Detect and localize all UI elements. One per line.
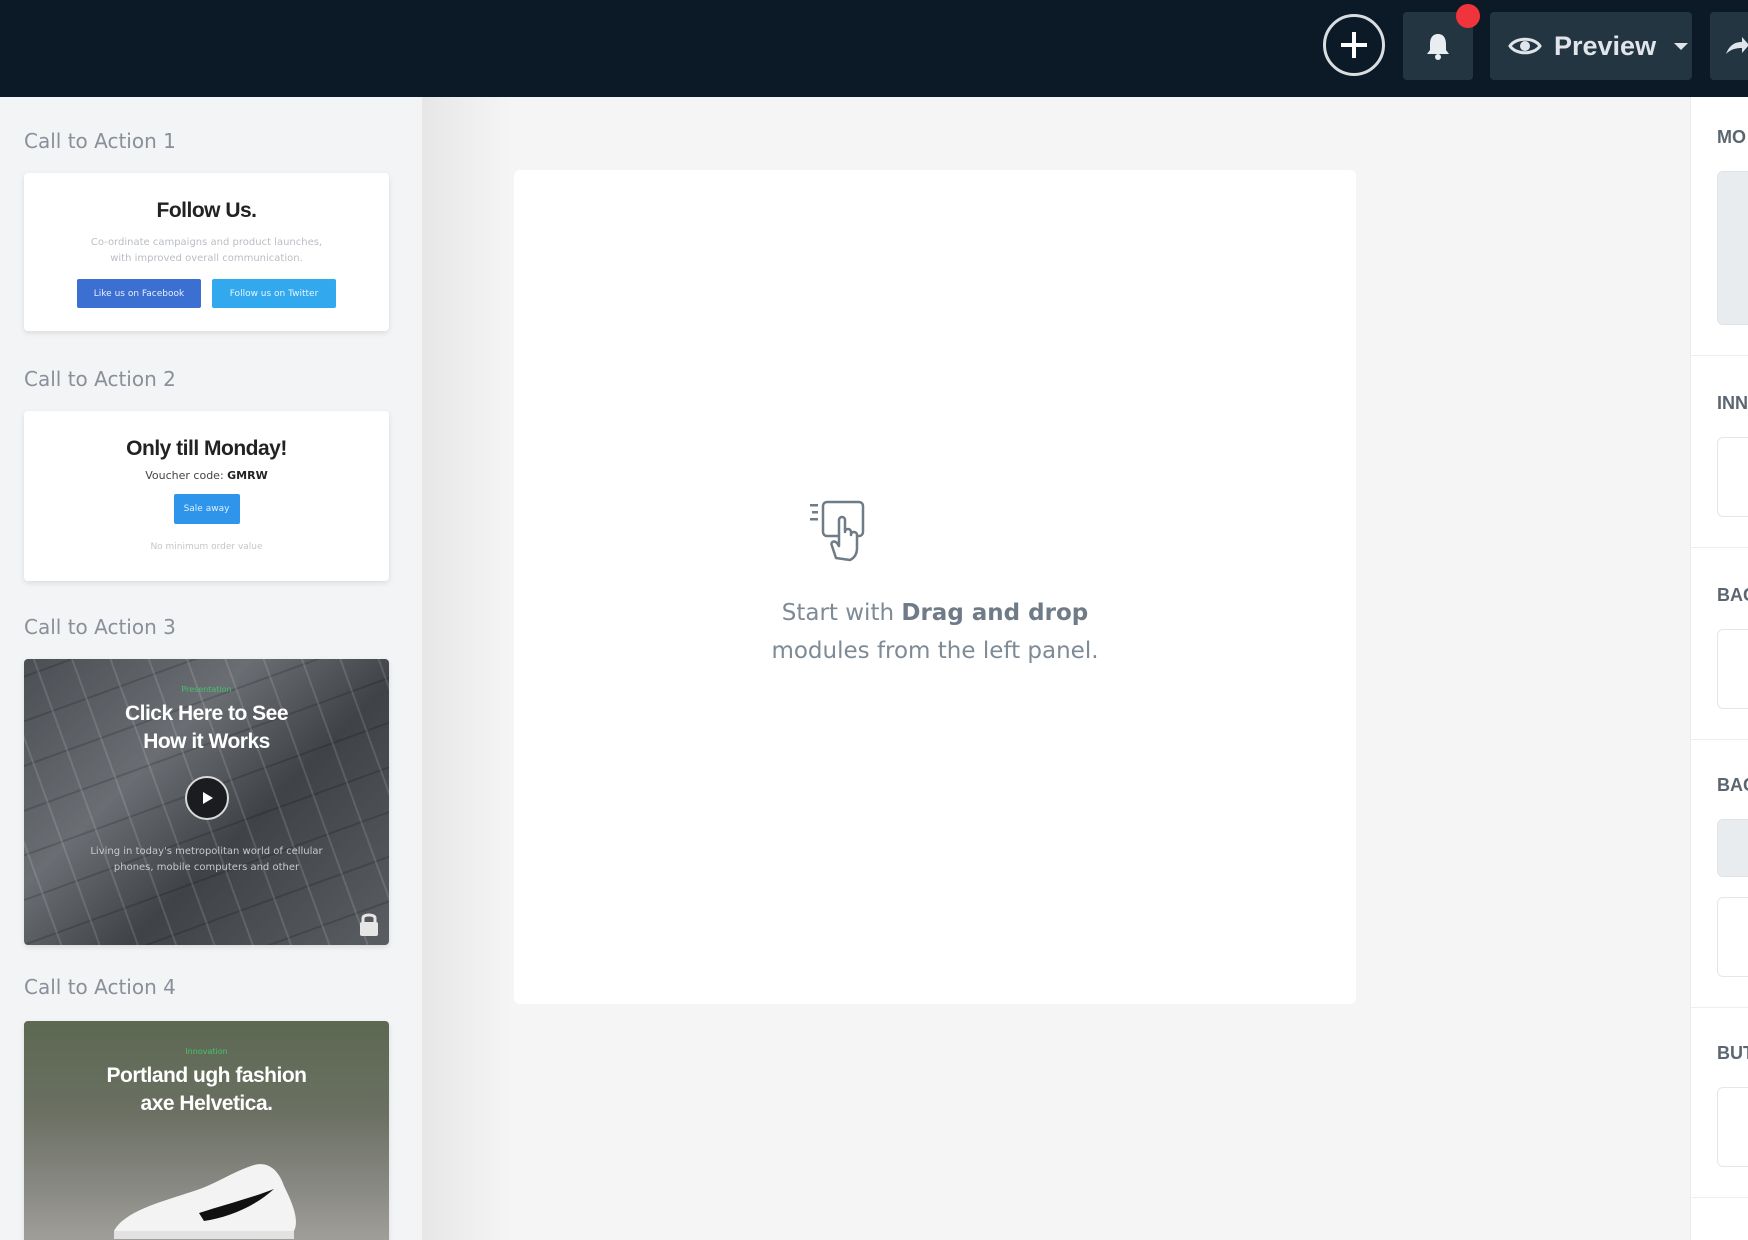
section-label: Call to Action 4	[24, 975, 176, 999]
module-card-cta-1[interactable]: Follow Us. Co-ordinate campaigns and pro…	[24, 173, 389, 331]
modules-sidebar: Call to Action 1 Follow Us. Co-ordinate …	[0, 97, 422, 1240]
module-card-cta-2[interactable]: Only till Monday! Voucher code: GMRW Sal…	[24, 411, 389, 581]
card-description: Co-ordinate campaigns and product launch…	[90, 237, 323, 264]
voucher-code: GMRW	[227, 469, 268, 482]
card-description: Living in today's metropolitan world of …	[90, 846, 323, 873]
facebook-button: Like us on Facebook	[77, 279, 201, 308]
background-setting-field[interactable]	[1717, 629, 1748, 709]
hint-bold: Drag and drop	[901, 600, 1089, 626]
card-title-line: Click Here to See	[124, 702, 289, 725]
lock-icon	[360, 913, 378, 936]
background-image-field[interactable]	[1717, 897, 1748, 977]
module-card-cta-4[interactable]: Innovation Portland ugh fashion axe Helv…	[24, 1021, 389, 1240]
panel-divider	[1691, 547, 1748, 548]
panel-divider	[1691, 355, 1748, 356]
top-bar: Preview	[0, 0, 1748, 97]
card-title: Follow Us.	[156, 199, 258, 222]
play-button	[184, 776, 229, 820]
hint-prefix: Start with	[781, 600, 902, 626]
card-title-line: axe Helvetica.	[140, 1092, 273, 1115]
card-note: No minimum order value	[150, 542, 263, 552]
module-preview-box[interactable]	[1717, 171, 1748, 325]
share-arrow-icon	[1726, 37, 1748, 54]
empty-canvas-hint: Start with Drag and drop modules from th…	[514, 594, 1356, 670]
sale-button: Sale away	[173, 494, 240, 524]
card-title: Click Here to See How it Works	[24, 700, 389, 756]
twitter-button: Follow us on Twitter	[212, 279, 336, 308]
preview-button[interactable]: Preview	[1490, 12, 1692, 80]
chevron-down-icon	[1674, 42, 1689, 50]
preview-label: Preview	[1554, 30, 1657, 61]
voucher-line: Voucher code: GMRW	[24, 469, 389, 482]
button-setting-field[interactable]	[1717, 1087, 1748, 1167]
section-label: Call to Action 2	[24, 367, 176, 391]
voucher-prefix: Voucher code:	[145, 469, 224, 482]
notification-badge	[1456, 4, 1480, 28]
section-label: Call to Action 3	[24, 615, 176, 639]
drag-drop-hand-icon	[810, 500, 865, 562]
drop-zone[interactable]	[514, 170, 1356, 1004]
eye-icon	[1508, 37, 1542, 55]
card-title-line: Portland ugh fashion	[106, 1064, 308, 1087]
play-icon	[202, 792, 213, 804]
add-button[interactable]	[1323, 14, 1385, 76]
inner-setting-field[interactable]	[1717, 437, 1748, 517]
panel-section-label: BAC	[1717, 775, 1748, 795]
bell-icon	[1427, 34, 1449, 60]
panel-section-label: INN	[1717, 393, 1748, 413]
background-color-field[interactable]	[1717, 819, 1748, 877]
panel-section-label: MO	[1717, 127, 1746, 147]
card-title-line: How it Works	[143, 730, 270, 753]
settings-panel: MO INN BAC BAC BUT	[1690, 97, 1748, 1240]
card-kicker: Innovation	[185, 1047, 228, 1056]
panel-divider	[1691, 739, 1748, 740]
plus-icon	[1341, 32, 1367, 58]
share-button[interactable]	[1710, 12, 1748, 80]
canvas-shadow	[422, 97, 512, 1240]
panel-divider	[1691, 1007, 1748, 1008]
panel-divider	[1691, 1197, 1748, 1198]
card-kicker: Presentation	[181, 685, 232, 694]
card-title: Only till Monday!	[126, 437, 287, 460]
section-label: Call to Action 1	[24, 129, 176, 153]
module-card-cta-3[interactable]: Presentation Click Here to See How it Wo…	[24, 659, 389, 945]
panel-section-label: BUT	[1717, 1043, 1748, 1063]
hint-line-2: modules from the left panel.	[771, 638, 1099, 664]
panel-section-label: BAC	[1717, 585, 1748, 605]
sneaker-image	[114, 1164, 296, 1239]
card-title: Portland ugh fashion axe Helvetica.	[24, 1062, 389, 1118]
